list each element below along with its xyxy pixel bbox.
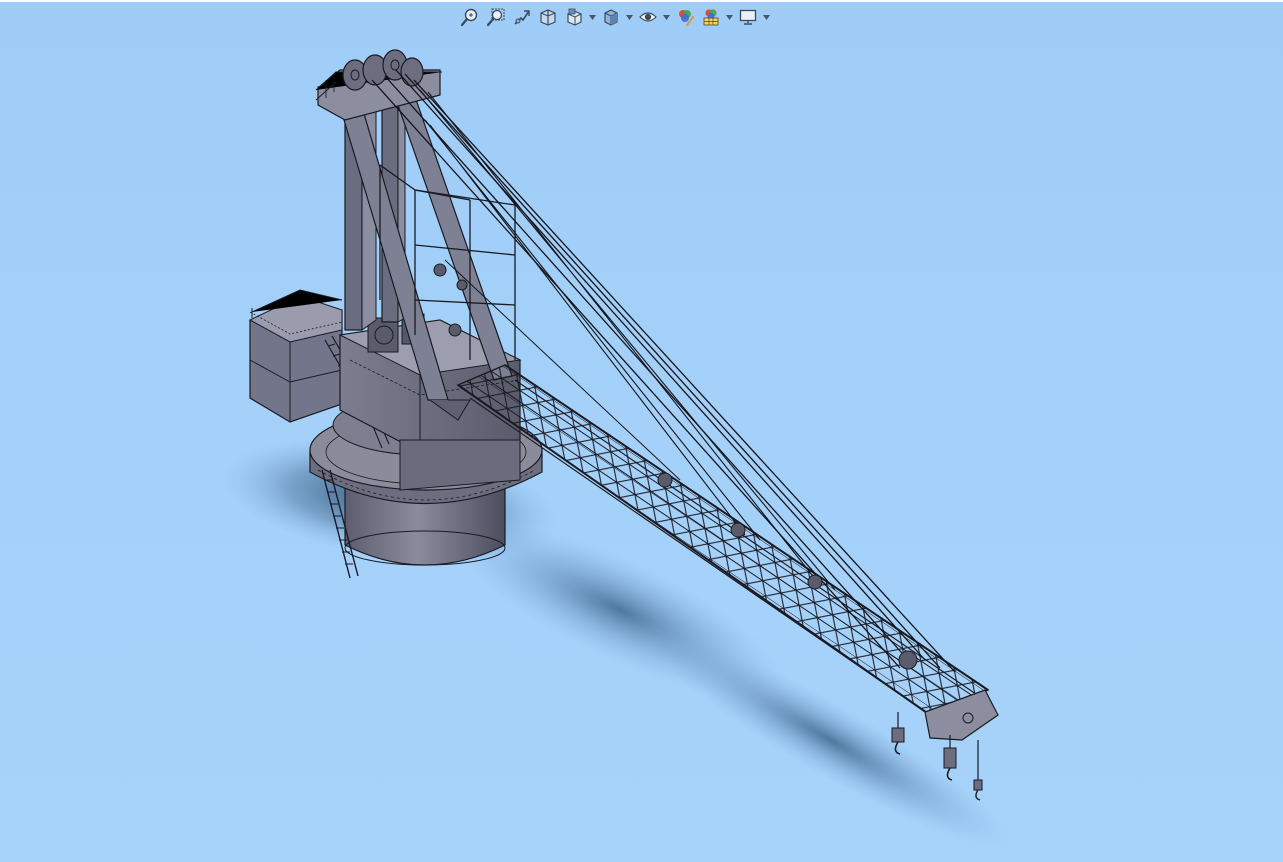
chevron-down-icon [763,14,770,20]
apply-scene-icon [703,9,719,26]
view-settings-button[interactable] [736,5,760,29]
zoom-to-fit-icon [460,8,478,27]
chevron-down-icon [663,14,670,20]
zoom-to-area-icon [486,8,505,27]
chevron-down-icon [626,14,633,20]
view-orientation-icon [567,8,582,26]
section-view-button[interactable] [536,5,560,29]
display-style-dropdown[interactable] [625,5,634,29]
display-style-icon [604,9,618,26]
chevron-down-icon [589,14,596,20]
crane-3d-model[interactable] [0,0,1283,862]
graphics-viewport[interactable] [0,0,1283,862]
apply-scene-button[interactable] [699,5,723,29]
previous-view-button[interactable] [510,5,534,29]
edit-appearance-button[interactable] [673,5,697,29]
section-view-icon [540,9,556,26]
zoom-to-fit-button[interactable] [458,5,482,29]
heads-up-view-toolbar [458,4,771,30]
apply-scene-dropdown[interactable] [725,5,734,29]
edit-appearance-icon [679,10,695,27]
view-orientation-dropdown[interactable] [588,5,597,29]
hide-show-eye-icon [639,12,657,22]
previous-view-icon [514,10,530,25]
view-settings-monitor-icon [739,9,757,25]
zoom-to-area-button[interactable] [484,5,508,29]
display-style-button[interactable] [599,5,623,29]
view-settings-dropdown[interactable] [762,5,771,29]
hide-show-items-button[interactable] [636,5,660,29]
view-orientation-button[interactable] [562,5,586,29]
chevron-down-icon [726,14,733,20]
hide-show-items-dropdown[interactable] [662,5,671,29]
